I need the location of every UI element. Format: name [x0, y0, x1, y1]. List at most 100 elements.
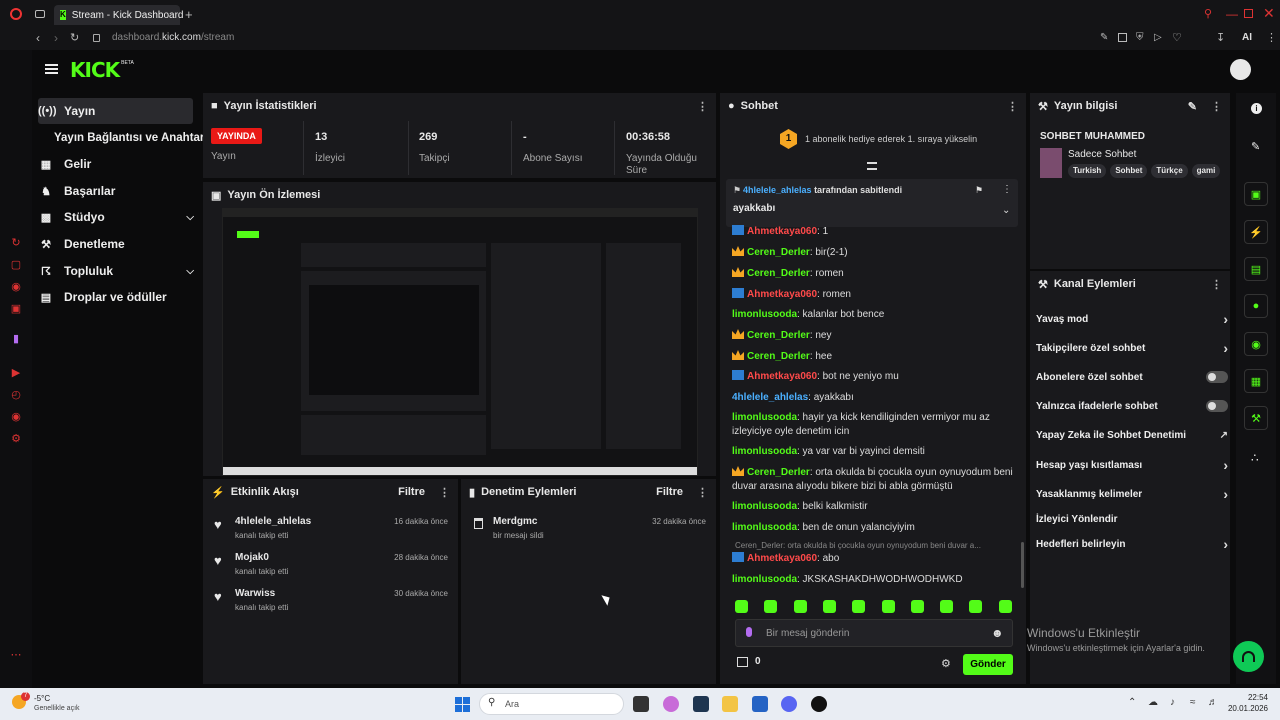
download-icon[interactable]: ↧: [1216, 31, 1225, 44]
task-view-icon[interactable]: [633, 696, 649, 712]
chat-username[interactable]: Ceren_Derler: [747, 467, 810, 478]
more-icon[interactable]: ⋮: [1211, 278, 1222, 291]
edit-icon[interactable]: ✎: [1251, 140, 1260, 153]
tag[interactable]: Turkish: [1068, 164, 1107, 178]
apps-icon[interactable]: ∴: [1251, 451, 1259, 465]
history-icon[interactable]: ↻: [9, 236, 23, 250]
channel-action-item[interactable]: Yapay Zeka ile Sohbet Denetimi ↗: [1036, 425, 1228, 445]
start-button[interactable]: [455, 697, 470, 712]
more-icon[interactable]: ⋮: [1211, 100, 1222, 113]
reload-icon[interactable]: ↻: [70, 31, 79, 44]
back-icon[interactable]: ‹: [36, 31, 40, 45]
category-name[interactable]: Sadece Sohbet: [1068, 149, 1136, 160]
chat-username[interactable]: limonlusooda: [732, 412, 797, 423]
emoji-icon[interactable]: ☻: [991, 626, 1004, 640]
aria-ai-button[interactable]: AI: [1242, 32, 1252, 43]
nav-gelir[interactable]: ▦ Gelir: [38, 151, 194, 177]
copilot-icon[interactable]: [663, 696, 679, 712]
category-thumbnail[interactable]: [1040, 148, 1062, 178]
chat-username[interactable]: Ceren_Derler: [747, 268, 810, 279]
twitch-icon[interactable]: ▮: [9, 332, 23, 346]
emote-icon[interactable]: [910, 600, 924, 613]
chat-username[interactable]: Ceren_Derler: [747, 330, 810, 341]
maximize-icon[interactable]: [1244, 9, 1253, 18]
info-icon[interactable]: i: [1251, 103, 1262, 114]
toggle-switch[interactable]: [1206, 371, 1228, 383]
filter-button[interactable]: Filtre: [656, 486, 683, 498]
volume-icon[interactable]: ♬: [1208, 697, 1218, 708]
chat-username[interactable]: 4hlelele_ahlelas: [732, 392, 808, 403]
edit-icon[interactable]: ✎: [1188, 100, 1197, 113]
messenger-icon[interactable]: ◉: [9, 280, 23, 294]
emote-icon[interactable]: [735, 600, 748, 613]
hamburger-icon[interactable]: [45, 64, 58, 74]
wifi-icon[interactable]: ≈: [1190, 697, 1196, 708]
channel-action-item[interactable]: Yavaş mod ›: [1036, 309, 1228, 329]
more-icon[interactable]: ⋮: [1002, 184, 1012, 195]
opera-logo-icon[interactable]: [10, 8, 22, 20]
discord-icon[interactable]: [781, 696, 797, 712]
settings-icon[interactable]: ⚙: [9, 432, 23, 446]
url-field[interactable]: dashboard.kick.com/stream: [112, 32, 234, 43]
channel-action-item[interactable]: Yasaklanmış kelimeler ›: [1036, 484, 1228, 504]
more-icon[interactable]: ⋮: [1007, 100, 1018, 113]
gift-banner[interactable]: 1 1 abonelik hediye ederek 1. sıraya yük…: [780, 129, 977, 149]
emote-icon[interactable]: [940, 600, 954, 613]
chat-input[interactable]: Bir mesaj gönderin ☻: [735, 619, 1013, 647]
feed-username[interactable]: Warwiss: [235, 588, 275, 599]
minimize-icon[interactable]: —: [1226, 7, 1238, 21]
chat-username[interactable]: limonlusooda: [732, 522, 797, 533]
chat-username[interactable]: limonlusooda: [732, 501, 797, 512]
channel-action-item[interactable]: Yalnızca ifadelerle sohbet: [1036, 396, 1228, 416]
chat-username[interactable]: limonlusooda: [732, 446, 797, 457]
tag[interactable]: Türkçe: [1151, 164, 1188, 178]
wrench-icon[interactable]: ⚒: [1244, 406, 1268, 430]
network-icon[interactable]: ☁: [1148, 697, 1158, 708]
terminal-icon[interactable]: [693, 696, 709, 712]
more-icon[interactable]: ⋮: [697, 486, 708, 499]
weather-widget[interactable]: 7 -5°C Genellikle açık: [12, 692, 92, 716]
menu-icon[interactable]: ⋮: [1266, 31, 1277, 44]
chat-username[interactable]: limonlusooda: [732, 574, 797, 585]
nav-yayin[interactable]: ((•)) Yayın: [38, 98, 194, 124]
emote-icon[interactable]: [764, 600, 778, 613]
opera-icon[interactable]: [811, 696, 827, 712]
kick-logo[interactable]: KICK BETA: [70, 58, 134, 82]
chat-username[interactable]: Ahmetkaya060: [747, 553, 817, 564]
emote-icon[interactable]: [822, 600, 836, 613]
nav-topluluk[interactable]: ☈ Topluluk ⌵: [38, 258, 194, 284]
more-icon[interactable]: ⋮: [439, 486, 450, 499]
chat-username[interactable]: Ahmetkaya060: [747, 371, 817, 382]
pin-icon[interactable]: ◉: [9, 410, 23, 424]
nav-droplar[interactable]: ▤ Droplar ve ödüller: [38, 284, 208, 310]
chevron-down-icon[interactable]: ⌄: [1002, 205, 1010, 216]
chat-username[interactable]: limonlusooda: [732, 309, 797, 320]
taskbar-clock[interactable]: 22:54 20.01.2026: [1222, 693, 1268, 713]
support-bubble[interactable]: [1233, 641, 1264, 672]
send-button[interactable]: Gönder: [963, 654, 1013, 675]
settings-icon[interactable]: ⚙: [941, 657, 951, 670]
shield-icon[interactable]: ⛨: [1136, 32, 1144, 43]
emote-icon[interactable]: [793, 600, 807, 613]
emote-icon[interactable]: [969, 600, 983, 613]
preview-video[interactable]: [222, 208, 698, 476]
chat-icon[interactable]: ●: [1244, 294, 1268, 318]
scroll-toggle-icon[interactable]: [867, 162, 877, 170]
tray-chevron-icon[interactable]: ⌃: [1128, 697, 1136, 708]
clock-icon[interactable]: ◴: [9, 388, 23, 402]
channel-action-item[interactable]: Takipçilere özel sohbet ›: [1036, 338, 1228, 358]
store-icon[interactable]: [752, 696, 768, 712]
channel-action-item[interactable]: Hedefleri belirleyin ›: [1036, 534, 1228, 554]
channel-action-item[interactable]: İzleyici Yönlendir: [1036, 509, 1228, 529]
chat-scrollbar[interactable]: [1021, 542, 1024, 588]
nav-denetleme[interactable]: ⚒ Denetleme: [38, 231, 194, 257]
channel-action-item[interactable]: Abonelere özel sohbet: [1036, 367, 1228, 387]
mic-icon[interactable]: [746, 627, 752, 637]
pinned-message[interactable]: ⚑ 4hlelele_ahlelas tarafından sabitlendi…: [726, 179, 1018, 227]
preview-toggle-icon[interactable]: ▣: [1244, 182, 1268, 206]
feed-username[interactable]: 4hlelele_ahlelas: [235, 516, 311, 527]
mod-username[interactable]: Merdgmc: [493, 516, 537, 527]
chat-username[interactable]: Ahmetkaya060: [747, 226, 817, 237]
new-tab-icon[interactable]: +: [185, 7, 193, 22]
tag[interactable]: gami: [1191, 164, 1221, 178]
